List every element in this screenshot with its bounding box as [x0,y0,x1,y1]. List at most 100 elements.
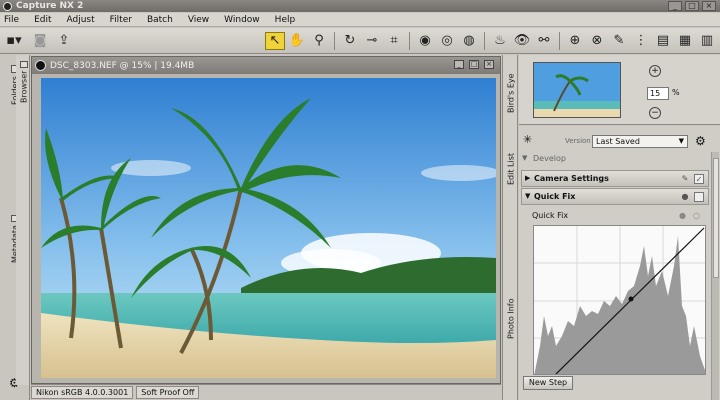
black-point-icon[interactable]: ◎ [437,32,457,50]
birds-eye-panel: + 15 % − [519,55,720,125]
nikon-logo-icon [35,60,46,71]
auto-retouch-icon[interactable]: ♨ [490,32,510,50]
rotate-icon[interactable]: ↻ [340,32,360,50]
new-step-button[interactable]: New Step [523,376,573,390]
app-title: Capture NX 2 [16,1,84,11]
camera-settings-step[interactable]: ▶ Camera Settings ✎ ✓ [521,170,709,187]
camera-settings-checkbox[interactable]: ✓ [694,174,704,184]
edit-list-tab[interactable]: Edit List [504,135,518,185]
gradient-icon[interactable]: ▦ [675,32,695,50]
close-button[interactable]: × [702,1,716,11]
quick-fix-row-label: Quick Fix [532,211,569,220]
menu-file[interactable]: File [4,15,19,25]
image-window: DSC_8303.NEF @ 15% | 19.4MB _ □ × [31,56,501,384]
direct-select-tool-icon[interactable]: ↖ [265,31,285,50]
browser-tab-label: Browser [19,70,29,103]
scroll-thumb[interactable] [713,158,719,278]
eye-icon[interactable]: 👁 [512,32,532,50]
link-icon[interactable]: ⚯ [534,32,554,50]
version-label: Version [565,137,591,145]
minimize-button[interactable]: _ [668,1,682,11]
fill-icon[interactable]: ▥ [697,32,717,50]
status-bar: Nikon sRGB 4.0.0.3001 Soft Proof Off [31,384,501,400]
birds-eye-tab-label: Bird's Eye [506,73,516,113]
develop-section-header[interactable]: ▼ Develop [519,152,709,165]
quick-fix-step[interactable]: ▼ Quick Fix ● [521,188,709,205]
zoom-unit: % [672,88,680,97]
app-logo-icon [3,1,12,11]
menu-batch[interactable]: Batch [147,15,173,25]
camera-icon[interactable]: ◙ [29,32,51,50]
zoom-in-icon[interactable]: + [649,65,661,77]
menu-help[interactable]: Help [275,15,296,25]
expand-triangle-icon: ▼ [525,192,531,200]
image-maximize-button[interactable]: □ [469,60,479,69]
straighten-icon[interactable]: ⊸ [362,32,382,50]
zoom-input[interactable]: 15 [647,87,669,100]
menu-adjust[interactable]: Adjust [67,15,95,25]
workspace-icon[interactable]: ▪▾ [1,32,27,50]
birds-eye-tab[interactable]: Bird's Eye [504,61,518,113]
beach-photo [41,78,496,378]
toolbar: ▪▾ ◙ ⇪ ↖ ✋ ⚲ ↻ ⊸ ⌗ ◉ ◎ ◍ ♨ 👁 ⚯ ⊕ ⊗ ✎ ⋮ ▤… [0,28,720,54]
photo-info-tab[interactable]: Photo Info [504,281,518,339]
toolbar-separator [409,31,410,50]
menu-window[interactable]: Window [224,15,260,25]
zoom-control: + 15 % − [647,61,695,121]
browser-icon [20,61,28,68]
collapse-triangle-icon: ▶ [525,174,531,182]
edit-list-tab-label: Edit List [506,152,516,185]
birds-eye-thumbnail[interactable] [533,62,621,118]
thumbnail-photo [534,63,620,117]
menu-filter[interactable]: Filter [110,15,132,25]
right-tab-strip: Bird's Eye Edit List Photo Info [502,55,518,400]
toolbar-separator [559,31,560,50]
selection-control-point-icon[interactable]: ⊗ [587,32,607,50]
window-controls: _ □ × [668,1,716,11]
menu-edit[interactable]: Edit [34,15,51,25]
soft-proof-dropdown[interactable]: Soft Proof Off [136,386,200,399]
camera-settings-label: Camera Settings [534,174,609,183]
menu-bar: File Edit Adjust Filter Batch View Windo… [0,13,720,27]
edit-list-star-icon: ✳ [523,133,533,146]
image-window-title: DSC_8303.NEF @ 15% | 19.4MB [50,60,195,71]
hand-icon[interactable]: ✋ [287,32,307,50]
chevron-down-icon: ▼ [678,137,684,145]
capture-nx-window: Capture NX 2 _ □ × File Edit Adjust Filt… [0,0,720,400]
edit-list-scrollbar[interactable] [711,152,719,400]
lasso-icon[interactable]: ▤ [653,32,673,50]
maximize-button[interactable]: □ [685,1,699,11]
quick-fix-row-circle-icon[interactable]: ○ [693,208,700,223]
image-window-titlebar: DSC_8303.NEF @ 15% | 19.4MB _ □ × [32,57,500,74]
expand-triangle-icon: ▼ [522,154,528,162]
toolbar-separator [484,31,485,50]
menu-view[interactable]: View [188,15,209,25]
crop-icon[interactable]: ⌗ [384,32,404,50]
edit-list-panel: ✳ Version Last Saved ▼ ⚙ ▼ Develop ▶ Cam… [519,126,720,400]
image-close-button[interactable]: × [484,60,494,69]
brush-icon[interactable]: ✎ [609,32,629,50]
gear-icon[interactable]: ⚙ [695,134,706,148]
white-point-icon[interactable]: ◍ [459,32,479,50]
quick-fix-row: Quick Fix ● ○ [521,208,709,223]
version-row: ✳ Version Last Saved ▼ ⚙ [519,132,720,148]
quick-fix-label: Quick Fix [534,192,576,201]
color-profile-label: Nikon sRGB 4.0.0.3001 [31,386,134,399]
zoom-icon[interactable]: ⚲ [309,32,329,50]
levels-histogram[interactable] [533,225,706,375]
title-bar: Capture NX 2 _ □ × [0,0,720,12]
brush-options-icon[interactable]: ⋮ [631,32,651,50]
develop-label: Develop [533,154,566,163]
red-eye-icon[interactable]: ◉ [415,32,435,50]
photo-canvas[interactable] [41,78,496,378]
histogram-graph [534,226,705,374]
zoom-out-icon[interactable]: − [649,107,661,119]
quick-fix-dot-icon[interactable]: ● [680,192,690,202]
image-minimize-button[interactable]: _ [454,60,464,69]
quick-fix-checkbox[interactable] [694,192,704,202]
wrench-icon[interactable]: ✎ [680,174,690,184]
browser-tab[interactable]: Browser [17,61,31,103]
output-icon[interactable]: ⇪ [53,32,75,50]
control-point-icon[interactable]: ⊕ [565,32,585,50]
version-select[interactable]: Last Saved ▼ [592,135,688,148]
